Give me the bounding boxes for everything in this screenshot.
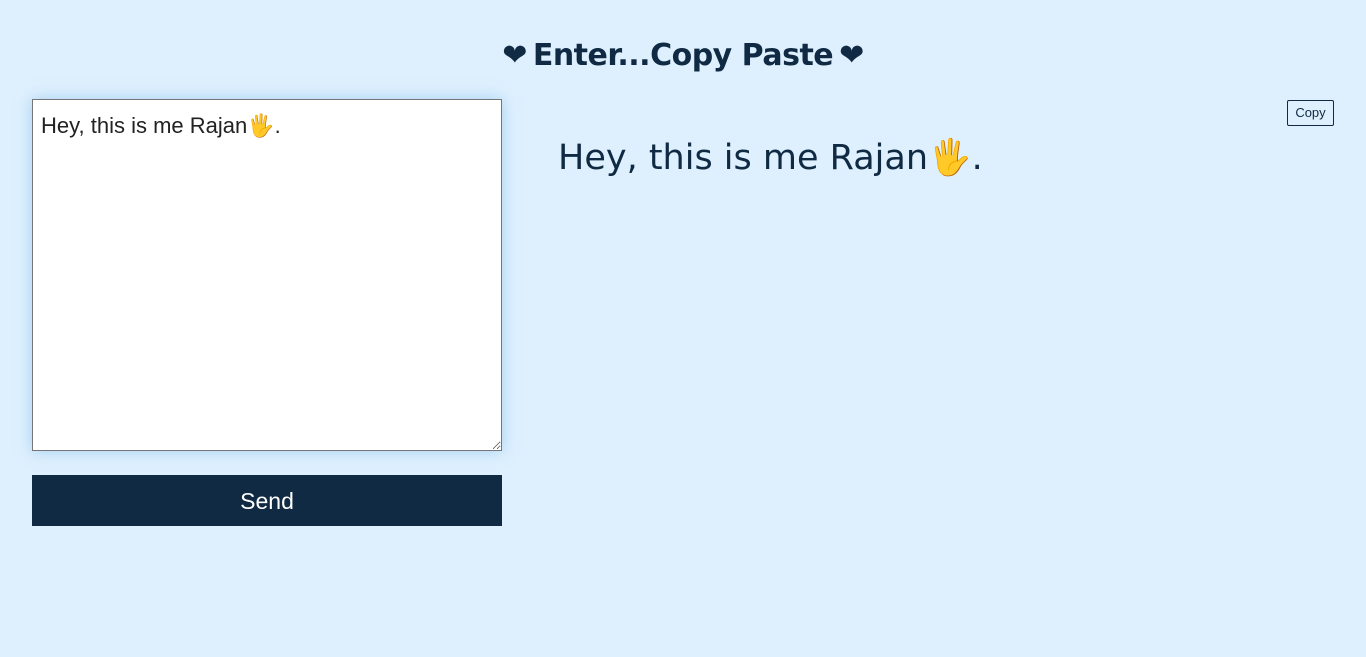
- copy-button[interactable]: Copy: [1287, 100, 1334, 126]
- page: ❤ Enter...Copy Paste ❤ Hey, this is me Raj…: [0, 0, 1366, 657]
- output-text: Hey, this is me Rajan🖐.: [558, 138, 983, 178]
- message-input[interactable]: Hey, this is me Rajan🖐.: [32, 99, 502, 451]
- page-title-text: Enter...Copy Paste: [532, 38, 834, 73]
- editor-container: Hey, this is me Rajan🖐.: [32, 99, 502, 451]
- heart-left-icon: ❤: [502, 38, 527, 73]
- heart-right-icon: ❤: [839, 38, 864, 73]
- page-title: ❤ Enter...Copy Paste ❤: [0, 34, 1366, 78]
- send-button[interactable]: Send: [32, 475, 502, 526]
